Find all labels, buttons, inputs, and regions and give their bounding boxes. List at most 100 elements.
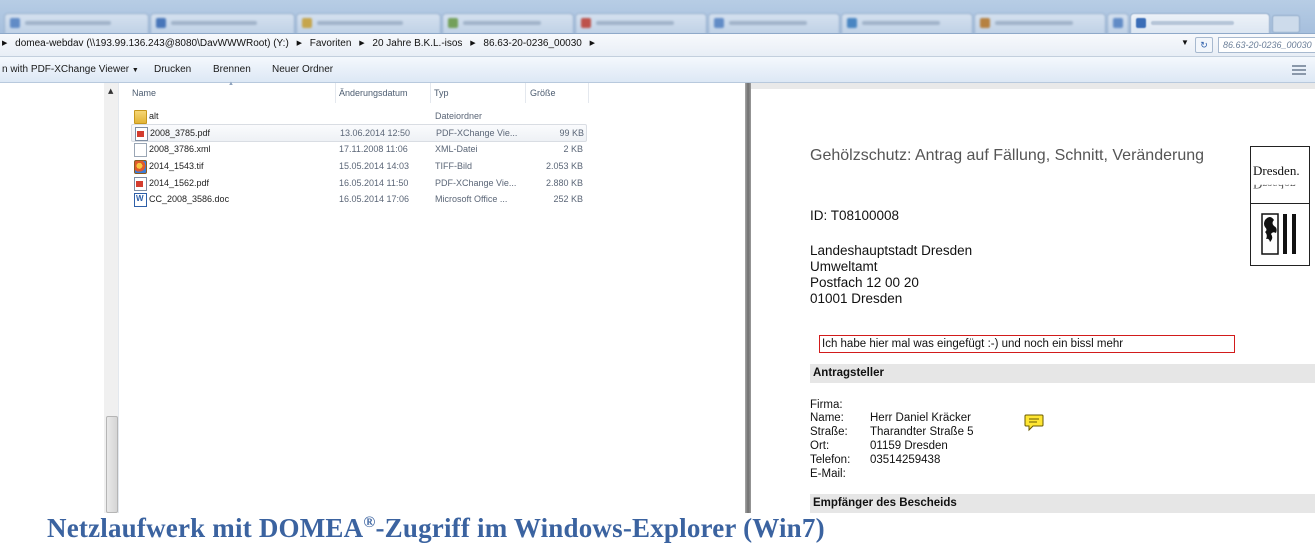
address-dropdown-icon[interactable]: ▼ [1181, 38, 1189, 47]
command-bar: n with PDF-XChange Viewer ▼ Drucken Bren… [0, 57, 1315, 83]
pdf-file-icon [134, 177, 147, 191]
dresden-logo: Dresden. Dresden. [1250, 146, 1310, 266]
field-label: Straße: [810, 426, 848, 438]
address-line: Postfach 12 00 20 [810, 275, 919, 290]
browser-tab[interactable] [296, 13, 441, 33]
coat-of-arms-icon [1261, 213, 1296, 255]
breadcrumb-separator-icon[interactable]: ▶ [470, 39, 475, 47]
section-heading-applicant: Antragsteller [810, 364, 1315, 383]
file-name: alt [149, 111, 159, 121]
field-row: E-Mail: [810, 468, 870, 480]
browser-tab[interactable] [974, 13, 1106, 33]
registered-mark: ® [363, 514, 376, 531]
scrollbar-thumb[interactable] [106, 416, 118, 513]
caption-text: -Zugriff im Windows-Explorer (Win7) [375, 513, 825, 543]
file-row[interactable]: CC_2008_3586.doc 16.05.2014 17:06 Micros… [131, 191, 585, 207]
file-list: ▲ Name Änderungsdatum Typ Größe alt Date… [119, 81, 745, 513]
file-name: 2008_3786.xml [149, 144, 211, 154]
xml-file-icon [134, 143, 147, 157]
preview-top-margin [751, 83, 1315, 89]
preview-pane: Gehölzschutz: Antrag auf Fällung, Schnit… [751, 83, 1315, 513]
firma-label: Firma: [810, 399, 843, 411]
breadcrumb-item[interactable]: domea-webdav (\\193.99.136.243@8080\DavW… [15, 38, 289, 49]
print-button[interactable]: Drucken [154, 64, 191, 75]
recipient-address: Landeshauptstadt Dresden Umweltamt Postf… [810, 243, 972, 307]
tiff-file-icon [134, 160, 147, 174]
view-options-icon[interactable] [1292, 63, 1306, 75]
file-type: Microsoft Office ... [435, 194, 508, 204]
navigation-scrollbar[interactable]: ▲ [104, 83, 118, 513]
file-row[interactable]: 2008_3786.xml 17.11.2008 11:06 XML-Datei… [131, 141, 585, 157]
file-date: 17.11.2008 11:06 [339, 144, 408, 154]
file-type: PDF-XChange Vie... [435, 178, 517, 188]
browser-tab[interactable] [4, 13, 149, 33]
field-value: Herr Daniel Kräcker [870, 412, 971, 424]
scroll-up-icon[interactable]: ▲ [108, 87, 113, 95]
open-with-label: n with PDF-XChange Viewer [2, 64, 130, 75]
browser-tab[interactable] [708, 13, 840, 33]
file-name: 2014_1562.pdf [149, 178, 210, 188]
navigation-pane[interactable] [0, 83, 119, 513]
field-value: Tharandter Straße 5 [870, 426, 974, 438]
column-header-date[interactable]: Änderungsdatum [339, 88, 408, 98]
address-line: 01001 Dresden [810, 291, 903, 306]
breadcrumb-separator-icon[interactable]: ▶ [2, 39, 7, 47]
breadcrumb-item[interactable]: Favoriten [310, 38, 352, 49]
breadcrumb-separator-icon[interactable]: ▶ [359, 39, 364, 47]
field-label: E-Mail: [810, 468, 846, 480]
file-name: 2008_3785.pdf [150, 128, 211, 138]
column-header-name[interactable]: Name [132, 88, 156, 98]
open-with-button[interactable]: n with PDF-XChange Viewer ▼ [2, 64, 139, 75]
browser-tab-active[interactable] [1130, 13, 1270, 33]
field-label: Telefon: [810, 454, 851, 466]
browser-tab[interactable] [841, 13, 973, 33]
burn-button[interactable]: Brennen [213, 64, 251, 75]
file-size: 2 KB [563, 144, 583, 154]
file-name: 2014_1543.tif [149, 161, 204, 171]
file-size: 252 KB [553, 194, 583, 204]
chevron-down-icon: ▼ [131, 67, 139, 74]
breadcrumb-separator-icon[interactable]: ▶ [590, 39, 595, 47]
comment-note-icon[interactable] [1024, 413, 1044, 433]
sort-ascending-icon: ▲ [228, 81, 234, 87]
breadcrumb-item[interactable]: 86.63-20-0236_00030 [483, 38, 581, 49]
file-date: 13.06.2014 12:50 [340, 128, 411, 138]
new-tab-button[interactable] [1272, 15, 1300, 33]
logo-text: Dresden. [1253, 163, 1300, 178]
folder-icon [134, 110, 147, 124]
file-row-selected[interactable]: 2008_3785.pdf 13.06.2014 12:50 PDF-XChan… [131, 124, 587, 142]
refresh-icon[interactable]: ↻ [1195, 37, 1213, 53]
breadcrumb: ▶ domea-webdav (\\193.99.136.243@8080\Da… [2, 38, 600, 49]
column-divider[interactable] [525, 83, 526, 103]
file-type: PDF-XChange Vie... [436, 128, 518, 138]
file-row[interactable]: 2014_1543.tif 15.05.2014 14:03 TIFF-Bild… [131, 158, 585, 174]
file-name: CC_2008_3586.doc [149, 194, 230, 204]
browser-tab[interactable] [575, 13, 707, 33]
address-bar: ▶ domea-webdav (\\193.99.136.243@8080\Da… [0, 34, 1315, 57]
file-row[interactable]: alt Dateiordner [131, 108, 585, 124]
column-header-type[interactable]: Typ [434, 88, 449, 98]
column-header-row: ▲ Name Änderungsdatum Typ Größe [119, 81, 589, 103]
search-input[interactable]: 86.63-20-0236_00030 [1218, 37, 1315, 53]
file-row[interactable]: 2014_1562.pdf 16.05.2014 11:50 PDF-XChan… [131, 175, 585, 191]
field-row: Telefon: 03514259438 [810, 454, 940, 466]
file-type: TIFF-Bild [435, 161, 472, 171]
word-file-icon [134, 193, 147, 207]
column-divider[interactable] [335, 83, 336, 103]
breadcrumb-item[interactable]: 20 Jahre B.K.L.-isos [372, 38, 462, 49]
browser-tab[interactable] [442, 13, 574, 33]
new-folder-button[interactable]: Neuer Ordner [272, 64, 333, 75]
browser-tab[interactable] [150, 13, 295, 33]
document-id: ID: T08100008 [810, 208, 900, 223]
annotation-textbox[interactable]: Ich habe hier mal was eingefügt :-) und … [819, 335, 1235, 353]
column-divider[interactable] [588, 83, 589, 103]
logo-divider [1251, 203, 1309, 204]
file-type: XML-Datei [435, 144, 478, 154]
column-divider[interactable] [430, 83, 431, 103]
breadcrumb-separator-icon[interactable]: ▶ [297, 39, 302, 47]
address-line: Umweltamt [810, 259, 878, 274]
browser-tab-strip [0, 0, 1315, 34]
column-header-size[interactable]: Größe [530, 88, 556, 98]
field-value: 03514259438 [870, 454, 941, 466]
browser-tab[interactable] [1107, 13, 1129, 33]
